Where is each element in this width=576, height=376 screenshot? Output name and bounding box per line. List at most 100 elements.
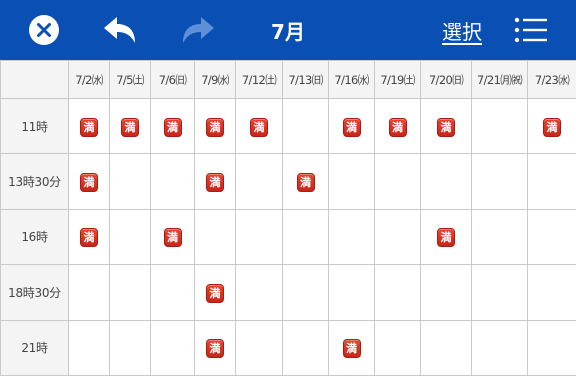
full-badge-icon: 満 xyxy=(80,173,98,193)
full-badge-icon: 満 xyxy=(206,117,224,137)
schedule-cell[interactable] xyxy=(471,264,528,321)
schedule-cell[interactable] xyxy=(374,264,421,321)
schedule-cell[interactable] xyxy=(328,264,375,321)
schedule-cell[interactable]: 満 xyxy=(194,97,236,155)
schedule-cell[interactable] xyxy=(109,319,151,376)
date-header[interactable]: 7/16㈬ xyxy=(328,60,375,99)
date-header[interactable]: 7/5㈯ xyxy=(109,60,151,99)
full-badge-icon: 満 xyxy=(121,117,139,137)
top-bar: 7月 選択 xyxy=(0,0,576,60)
time-row: 21時 満 満 xyxy=(0,319,576,376)
schedule-cell[interactable] xyxy=(150,319,195,376)
schedule-cell[interactable]: 満 xyxy=(374,97,421,155)
schedule-cell[interactable] xyxy=(374,319,421,376)
schedule-cell[interactable] xyxy=(282,97,329,155)
close-circle-icon xyxy=(29,15,59,45)
schedule-cell[interactable] xyxy=(328,208,375,266)
schedule-cell[interactable] xyxy=(68,264,110,321)
date-header[interactable]: 7/23㈬ xyxy=(527,60,576,99)
schedule-cell[interactable]: 満 xyxy=(420,97,472,155)
schedule-cell[interactable] xyxy=(328,153,375,210)
schedule-cell[interactable] xyxy=(282,264,329,321)
schedule-cell[interactable]: 満 xyxy=(150,208,195,266)
schedule-cell[interactable] xyxy=(374,153,421,210)
schedule-cell[interactable]: 満 xyxy=(194,319,236,376)
full-badge-icon: 満 xyxy=(296,173,315,193)
full-badge-icon: 満 xyxy=(388,117,407,137)
date-header[interactable]: 7/6㈰ xyxy=(150,60,195,99)
date-header[interactable]: 7/19㈯ xyxy=(374,60,421,99)
schedule-cell[interactable] xyxy=(471,153,528,210)
schedule-cell[interactable] xyxy=(374,208,421,266)
close-button[interactable] xyxy=(28,14,60,46)
schedule-cell[interactable]: 満 xyxy=(68,153,110,210)
time-label: 13時30分 xyxy=(0,153,69,210)
date-header[interactable]: 7/2㈬ xyxy=(68,60,110,99)
date-header-row: 7/2㈬ 7/5㈯ 7/6㈰ 7/9㈬ 7/12㈯ 7/13㈰ 7/16㈬ 7/19㈯ 7/20… xyxy=(0,60,576,99)
schedule-cell[interactable] xyxy=(282,319,329,376)
schedule-cell[interactable] xyxy=(420,153,472,210)
schedule-cell[interactable]: 満 xyxy=(235,97,283,155)
schedule-cell[interactable] xyxy=(527,208,576,266)
corner-cell xyxy=(0,60,69,99)
schedule-cell[interactable] xyxy=(420,319,472,376)
schedule-cell[interactable]: 満 xyxy=(527,97,576,155)
schedule-cell[interactable]: 満 xyxy=(109,97,151,155)
schedule-cell[interactable]: 満 xyxy=(68,208,110,266)
time-row: 18時30分 満 xyxy=(0,264,576,321)
full-badge-icon: 満 xyxy=(80,228,98,248)
schedule-cell[interactable]: 満 xyxy=(194,153,236,210)
date-header[interactable]: 7/20㈰ xyxy=(420,60,472,99)
full-badge-icon: 満 xyxy=(206,173,224,193)
schedule-cell[interactable] xyxy=(109,153,151,210)
time-row: 11時満満満満満満満満満 xyxy=(0,97,576,155)
schedule-cell[interactable] xyxy=(471,208,528,266)
schedule-cell[interactable] xyxy=(194,208,236,266)
schedule-cell[interactable]: 満 xyxy=(150,97,195,155)
schedule-cell[interactable] xyxy=(527,319,576,376)
schedule-cell[interactable] xyxy=(109,208,151,266)
schedule-cell[interactable]: 満 xyxy=(68,97,110,155)
schedule-cell[interactable]: 満 xyxy=(282,153,329,210)
schedule-cell[interactable] xyxy=(68,319,110,376)
date-header[interactable]: 7/12㈯ xyxy=(235,60,283,99)
time-row: 13時30分満満満 xyxy=(0,153,576,210)
schedule-cell[interactable]: 満 xyxy=(328,319,375,376)
schedule-cell[interactable] xyxy=(235,208,283,266)
full-badge-icon: 満 xyxy=(206,283,224,303)
date-header[interactable]: 7/21㈪㈷ xyxy=(471,60,528,99)
schedule-cell[interactable] xyxy=(235,264,283,321)
full-badge-icon: 満 xyxy=(543,117,561,137)
schedule-cell[interactable] xyxy=(527,264,576,321)
schedule-cell[interactable] xyxy=(235,153,283,210)
date-header[interactable]: 7/13㈰ xyxy=(282,60,329,99)
schedule-grid: 7/2㈬ 7/5㈯ 7/6㈰ 7/9㈬ 7/12㈯ 7/13㈰ 7/16㈬ 7/19㈯ 7/20… xyxy=(0,60,576,376)
full-badge-icon: 満 xyxy=(163,117,182,137)
time-label: 21時 xyxy=(0,319,69,376)
full-badge-icon: 満 xyxy=(342,339,361,359)
undo-arrow-icon xyxy=(104,17,135,43)
schedule-cell[interactable] xyxy=(471,97,528,155)
schedule-cell[interactable] xyxy=(235,319,283,376)
month-title: 7月 xyxy=(271,19,305,44)
schedule-cell[interactable] xyxy=(109,264,151,321)
full-badge-icon: 満 xyxy=(437,228,455,248)
schedule-cell[interactable] xyxy=(420,264,472,321)
schedule-cell[interactable]: 満 xyxy=(420,208,472,266)
menu-button[interactable] xyxy=(512,12,550,48)
schedule-cell[interactable] xyxy=(282,208,329,266)
full-badge-icon: 満 xyxy=(437,117,455,137)
redo-arrow-icon xyxy=(183,17,214,43)
schedule-cell[interactable] xyxy=(150,153,195,210)
schedule-cell[interactable]: 満 xyxy=(328,97,375,155)
schedule-cell[interactable] xyxy=(527,153,576,210)
time-label: 11時 xyxy=(0,97,69,155)
undo-button[interactable] xyxy=(100,12,140,48)
select-link[interactable]: 選択 xyxy=(436,14,488,46)
schedule-cell[interactable] xyxy=(150,264,195,321)
redo-button[interactable] xyxy=(178,12,218,48)
date-header[interactable]: 7/9㈬ xyxy=(194,60,236,99)
full-badge-icon: 満 xyxy=(250,117,268,137)
schedule-cell[interactable]: 満 xyxy=(194,264,236,321)
schedule-cell[interactable] xyxy=(471,319,528,376)
